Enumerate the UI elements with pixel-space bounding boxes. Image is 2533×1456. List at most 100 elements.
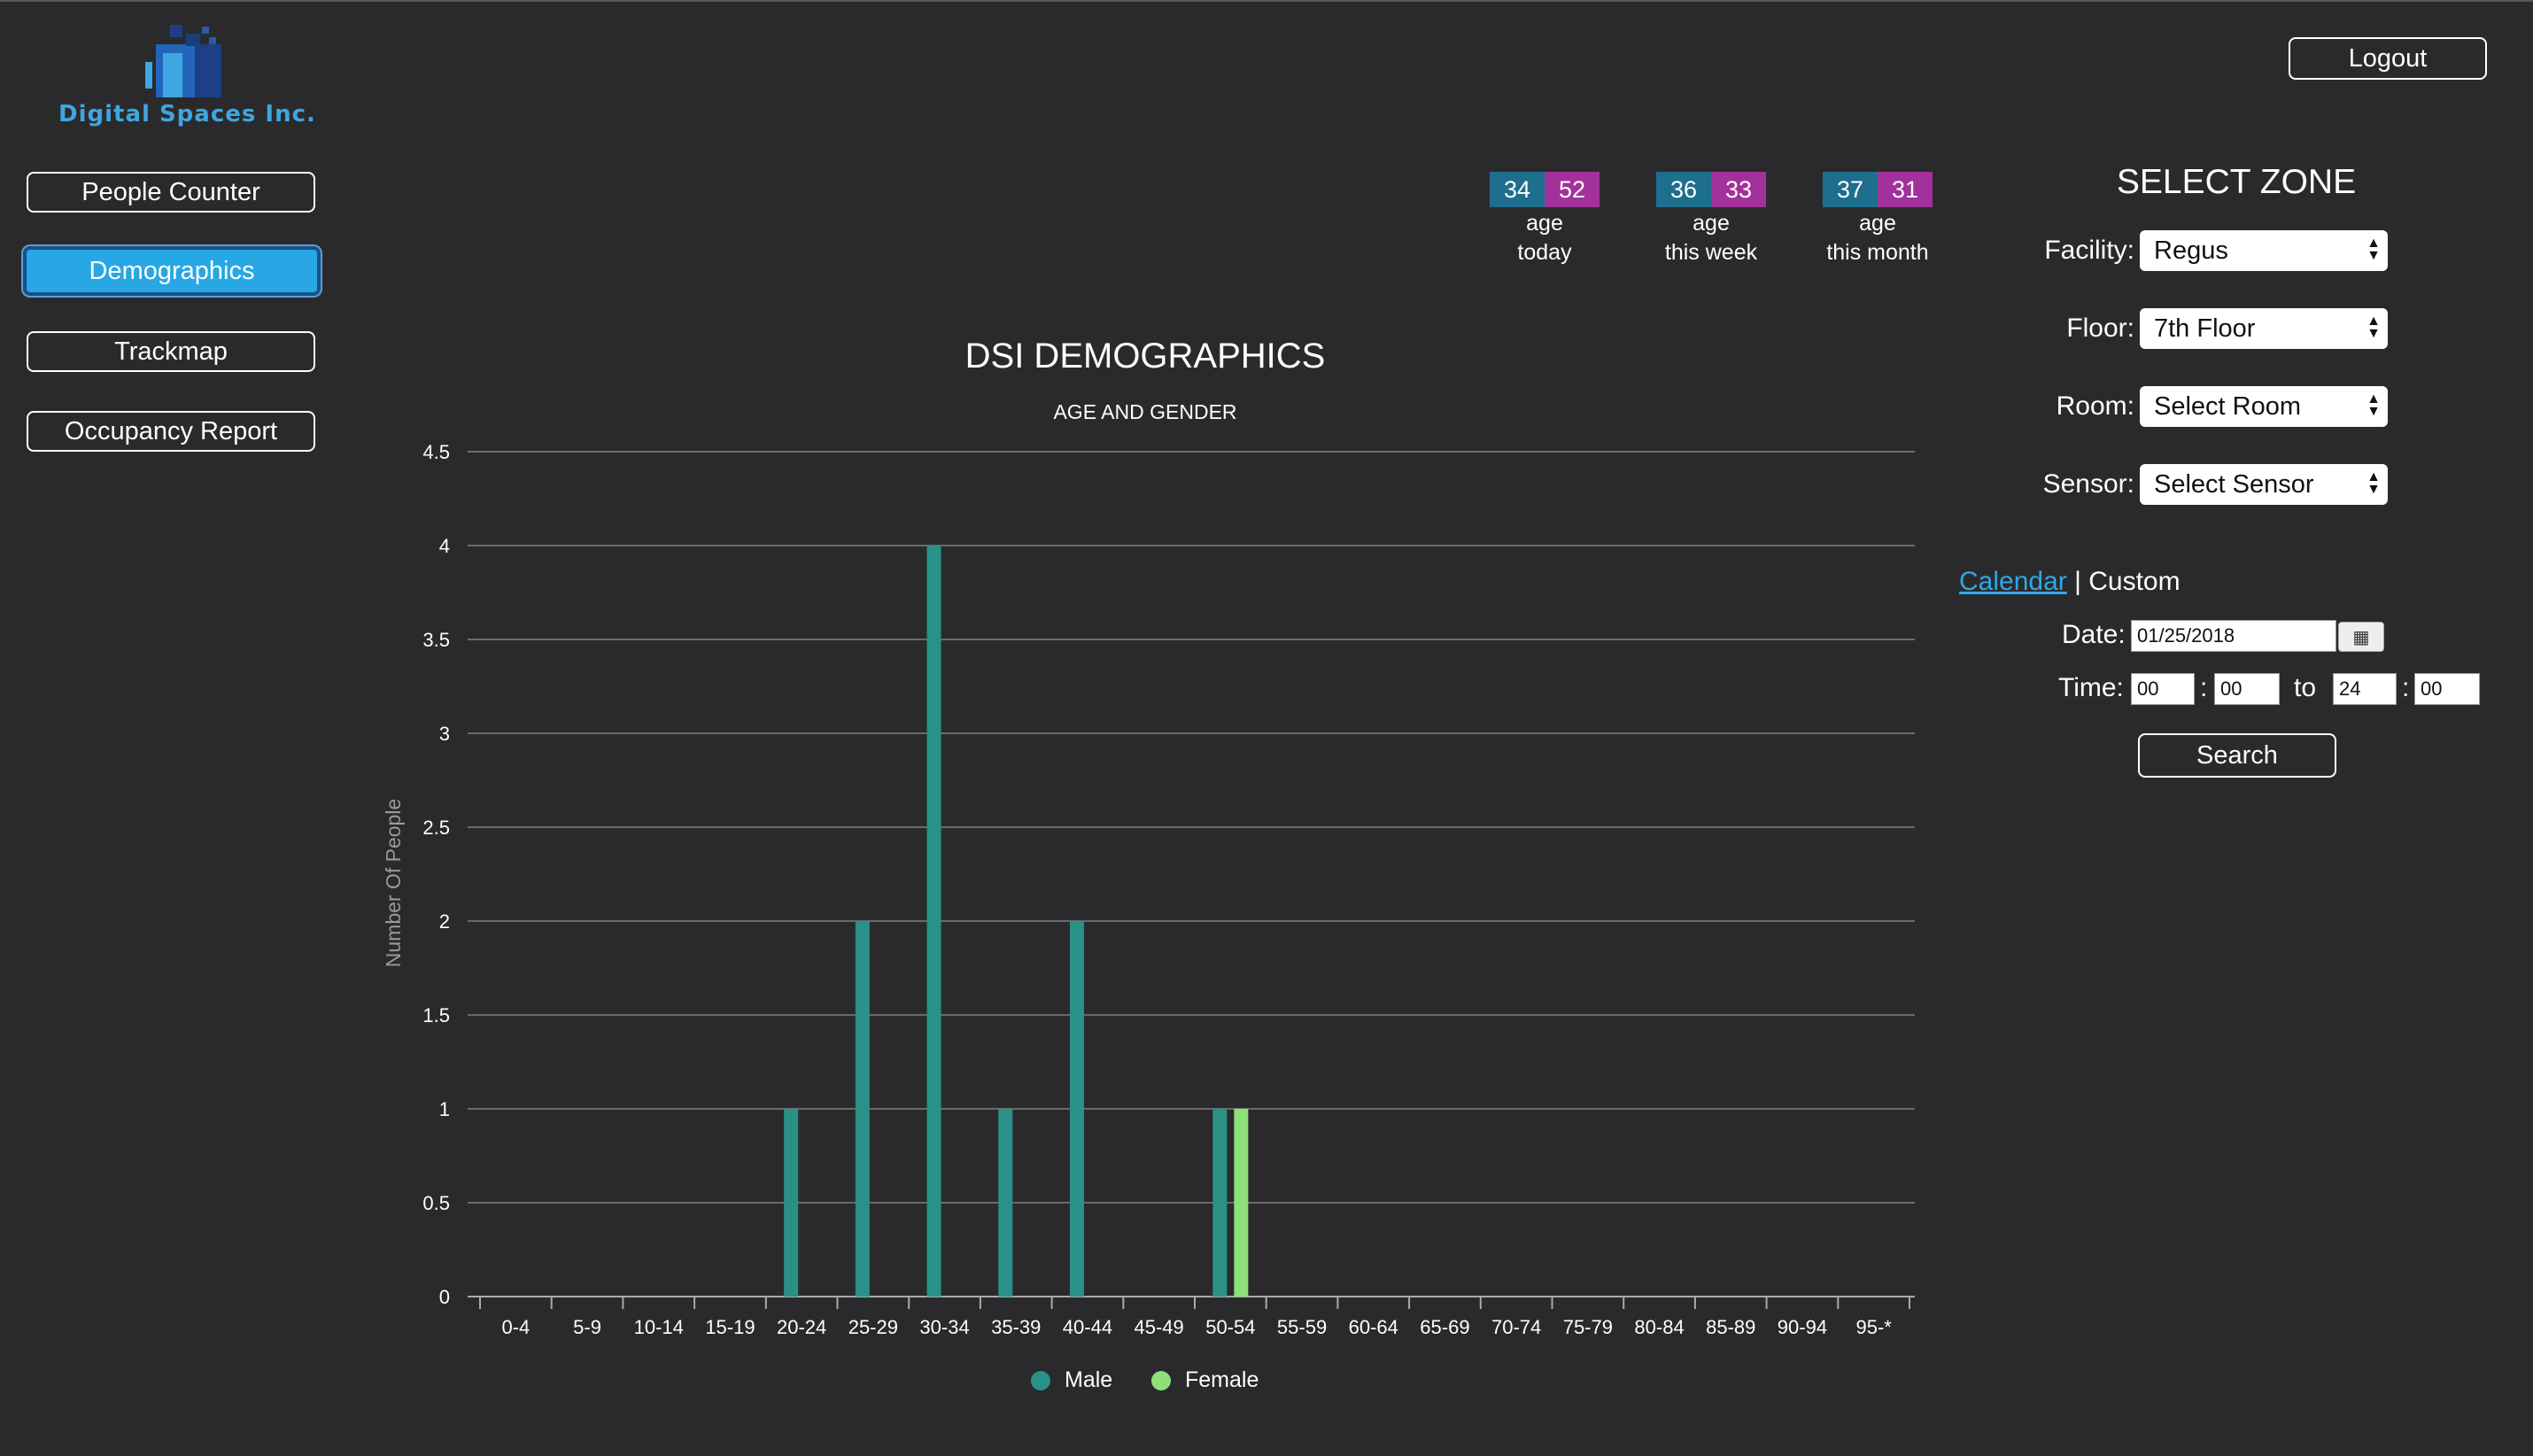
nav-occupancy-report[interactable]: Occupancy Report — [27, 411, 315, 452]
x-tick-label: 75-79 — [1563, 1316, 1613, 1338]
x-tick-label: 90-94 — [1778, 1316, 1827, 1338]
y-tick-label: 0.5 — [422, 1192, 450, 1214]
sensor-select[interactable]: Select Sensor ▲ ▼ — [2140, 464, 2388, 505]
legend-dot-female — [1151, 1370, 1171, 1390]
bar-male-20-24 — [784, 1109, 799, 1297]
x-tick-label: 45-49 — [1135, 1316, 1184, 1338]
stat-label-line2: this week — [1664, 240, 1758, 265]
y-tick-label: 2 — [439, 910, 450, 933]
date-label: Date: — [2062, 620, 2126, 649]
x-tick-label: 20-24 — [777, 1316, 826, 1338]
y-tick-label: 2.5 — [422, 817, 450, 839]
chart-title: DSI DEMOGRAPHICS — [964, 337, 1326, 376]
floor-select[interactable]: 7th Floor ▲ ▼ — [2140, 308, 2388, 349]
male-avg-age: 37 — [1823, 172, 1878, 207]
room-select[interactable]: Select Room ▲ ▼ — [2140, 386, 2388, 427]
separator: | — [2074, 567, 2081, 596]
select-arrows-icon: ▲ ▼ — [2366, 469, 2381, 497]
x-tick-label: 35-39 — [991, 1316, 1041, 1338]
sensor-value: Select Sensor — [2154, 469, 2314, 499]
time-to-minute[interactable]: 00 — [2414, 673, 2480, 705]
room-value: Select Room — [2154, 391, 2302, 421]
select-arrows-icon: ▲ ▼ — [2366, 236, 2381, 263]
time-to-hour[interactable]: 24 — [2333, 673, 2397, 705]
nav-trackmap[interactable]: Trackmap — [27, 331, 315, 372]
stat-label-line1: age — [1526, 211, 1563, 236]
x-tick-label: 55-59 — [1277, 1316, 1327, 1338]
x-tick-label: 10-14 — [634, 1316, 684, 1338]
calendar-link[interactable]: Calendar — [1959, 567, 2067, 596]
legend-label-male: Male — [1065, 1367, 1113, 1392]
time-from-hour[interactable]: 00 — [2131, 673, 2195, 705]
building-logo-icon — [145, 25, 221, 97]
male-avg-age: 36 — [1656, 172, 1711, 207]
x-tick-label: 0-4 — [501, 1316, 530, 1338]
time-colon: : — [2402, 673, 2410, 702]
room-label: Room: — [2056, 391, 2134, 421]
demographics-bar-chart: 0 0.5 1 1.5 2 2.5 3 3.5 4 4.5 Number Of People 0-4 5… — [382, 441, 1915, 1338]
x-tick-label: 50-54 — [1205, 1316, 1255, 1338]
date-input[interactable]: 01/25/2018 — [2131, 620, 2336, 652]
search-button[interactable]: Search — [2138, 733, 2336, 778]
stat-label-line1: age — [1859, 211, 1896, 236]
x-tick-label: 80-84 — [1634, 1316, 1684, 1338]
y-tick-label: 0 — [439, 1286, 450, 1308]
floor-value: 7th Floor — [2154, 314, 2256, 343]
select-arrows-icon: ▲ ▼ — [2366, 391, 2381, 419]
y-tick-label: 3.5 — [422, 629, 450, 651]
logout-button[interactable]: Logout — [2289, 37, 2487, 80]
time-colon: : — [2200, 673, 2208, 702]
company-logo[interactable]: Digital Spaces Inc. — [53, 9, 315, 133]
calendar-icon[interactable]: ▦ — [2338, 622, 2384, 652]
legend-label-female: Female — [1185, 1367, 1259, 1392]
legend-item-male[interactable]: Male — [1031, 1367, 1112, 1393]
bar-female-50-54 — [1234, 1109, 1249, 1297]
x-tick-label: 30-34 — [919, 1316, 969, 1338]
x-tick-label: 95-* — [1855, 1316, 1892, 1338]
time-from-minute[interactable]: 00 — [2214, 673, 2280, 705]
stat-label-line1: age — [1693, 211, 1730, 236]
time-label: Time: — [2058, 673, 2124, 702]
select-arrows-icon: ▲ ▼ — [2366, 314, 2381, 341]
nav-people-counter[interactable]: People Counter — [27, 172, 315, 213]
facility-select[interactable]: Regus ▲ ▼ — [2140, 230, 2388, 271]
bar-male-40-44 — [1069, 921, 1084, 1297]
chart-subtitle: AGE AND GENDER — [1053, 400, 1237, 423]
y-axis-label: Number Of People — [382, 799, 405, 967]
logo-text: Digital Spaces Inc. — [58, 101, 316, 128]
bar-male-25-29 — [855, 921, 870, 1297]
y-tick-label: 1 — [439, 1098, 450, 1120]
female-avg-age: 33 — [1711, 172, 1766, 207]
legend-dot-male — [1031, 1370, 1050, 1390]
x-tick-label: 70-74 — [1491, 1316, 1541, 1338]
x-tick-label: 15-19 — [705, 1316, 755, 1338]
sensor-label: Sensor: — [2042, 469, 2134, 499]
bar-male-35-39 — [998, 1109, 1013, 1297]
x-tick-label: 5-9 — [573, 1316, 601, 1338]
select-zone-title: SELECT ZONE — [2116, 163, 2357, 201]
y-tick-label: 3 — [439, 723, 450, 745]
x-tick-label: 25-29 — [848, 1316, 898, 1338]
stat-label-line2: today — [1517, 240, 1572, 265]
y-tick-label: 4.5 — [422, 441, 450, 463]
female-avg-age: 52 — [1545, 172, 1600, 207]
x-tick-label: 60-64 — [1349, 1316, 1398, 1338]
female-avg-age: 31 — [1878, 172, 1933, 207]
male-avg-age: 34 — [1490, 172, 1545, 207]
custom-link[interactable]: Custom — [2088, 567, 2180, 596]
stat-today: 34 52 age today — [1486, 172, 1603, 267]
facility-label: Facility: — [2044, 236, 2134, 265]
date-mode-toggle: Calendar | Custom — [1959, 567, 2181, 597]
y-tick-label: 1.5 — [422, 1004, 450, 1026]
x-tick-label: 85-89 — [1706, 1316, 1755, 1338]
legend-item-female[interactable]: Female — [1151, 1367, 1259, 1393]
nav-demographics[interactable]: Demographics — [23, 246, 321, 296]
floor-label: Floor: — [2066, 314, 2134, 343]
bar-male-50-54 — [1212, 1109, 1228, 1297]
top-border — [0, 0, 2533, 2]
y-tick-label: 4 — [439, 535, 450, 557]
stat-this-week: 36 33 age this week — [1653, 172, 1770, 267]
bar-male-30-34 — [926, 546, 941, 1297]
x-tick-label: 40-44 — [1063, 1316, 1112, 1338]
facility-value: Regus — [2154, 236, 2228, 265]
